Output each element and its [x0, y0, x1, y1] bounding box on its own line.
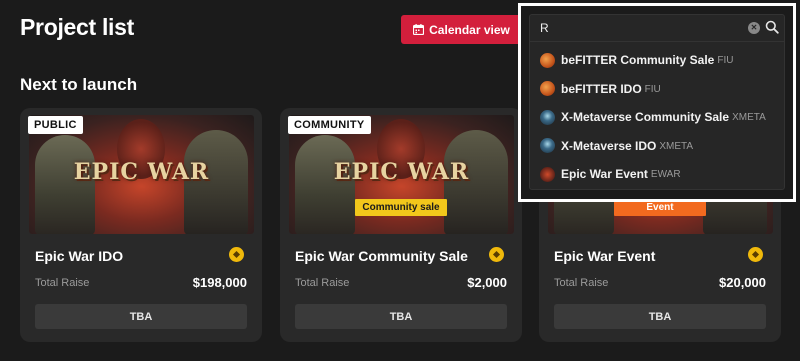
total-raise-value: $2,000 [467, 275, 507, 290]
clear-search-icon[interactable]: ✕ [748, 22, 760, 34]
result-name: X-Metaverse Community Sale [561, 110, 730, 125]
search-result-item[interactable]: X-Metaverse Community Sale XMETA [530, 103, 784, 132]
search-result-item[interactable]: beFITTER IDO FIU [530, 75, 784, 104]
total-raise-label: Total Raise [554, 277, 609, 289]
search-result-item[interactable]: X-Metaverse IDO XMETA [530, 132, 784, 161]
xmetaverse-logo-icon [540, 138, 555, 154]
result-symbol: FIU [717, 55, 734, 67]
search-popup-highlight: ✕ beFITTER Community Sale FIU beFITTER I… [518, 3, 796, 202]
pool-type-badge: PUBLIC [28, 116, 83, 134]
result-symbol: XMETA [732, 112, 766, 124]
befitter-logo-icon [540, 81, 555, 97]
project-card-epic-war-community-sale[interactable]: EPIC WAR Community sale COMMUNITY Epic W… [280, 108, 522, 342]
search-result-item[interactable]: beFITTER Community Sale FIU [530, 46, 784, 75]
total-raise-value: $20,000 [719, 275, 766, 290]
search-icon[interactable] [765, 20, 779, 39]
bnb-chain-icon [489, 247, 504, 262]
search-result-item[interactable]: Epic War Event EWAR [530, 160, 784, 189]
search-dropdown: ✕ beFITTER Community Sale FIU beFITTER I… [529, 14, 785, 190]
project-card-epic-war-ido[interactable]: EPIC WAR PUBLIC Epic War IDO Total Raise… [20, 108, 262, 342]
bnb-chain-icon [748, 247, 763, 262]
xmetaverse-logo-icon [540, 109, 555, 125]
epic-war-logo: EPIC WAR [73, 159, 210, 185]
community-sale-ribbon: Community sale [355, 199, 447, 216]
result-name: Epic War Event [561, 167, 648, 182]
launch-status-button[interactable]: TBA [35, 304, 247, 329]
result-name: beFITTER Community Sale [561, 53, 715, 68]
total-raise-value: $198,000 [192, 275, 247, 290]
calendar-icon [413, 24, 425, 35]
section-title: Next to launch [20, 75, 138, 94]
launch-status-button[interactable]: TBA [554, 304, 766, 329]
epicwar-logo-icon [540, 166, 555, 182]
page-title: Project list [20, 14, 134, 40]
epic-war-logo: EPIC WAR [333, 159, 470, 185]
project-name: Epic War Community Sale [295, 248, 468, 264]
result-symbol: XMETA [659, 140, 694, 152]
project-name: Epic War IDO [35, 248, 124, 264]
result-name: X-Metaverse IDO [561, 138, 657, 153]
search-bar: ✕ [530, 15, 784, 42]
result-symbol: EWAR [650, 169, 681, 181]
search-results-list: beFITTER Community Sale FIU beFITTER IDO… [530, 46, 784, 189]
project-name: Epic War Event [554, 248, 656, 264]
result-name: beFITTER IDO [561, 81, 642, 96]
launch-status-button[interactable]: TBA [295, 304, 507, 329]
search-input[interactable] [540, 19, 730, 37]
result-symbol: FIU [644, 83, 661, 95]
befitter-logo-icon [540, 52, 555, 68]
calendar-view-button[interactable]: Calendar view [401, 15, 522, 44]
total-raise-label: Total Raise [35, 277, 90, 289]
pool-type-badge: COMMUNITY [288, 116, 371, 134]
total-raise-label: Total Raise [295, 277, 350, 289]
bnb-chain-icon [229, 247, 244, 262]
calendar-view-label: Calendar view [429, 22, 510, 37]
